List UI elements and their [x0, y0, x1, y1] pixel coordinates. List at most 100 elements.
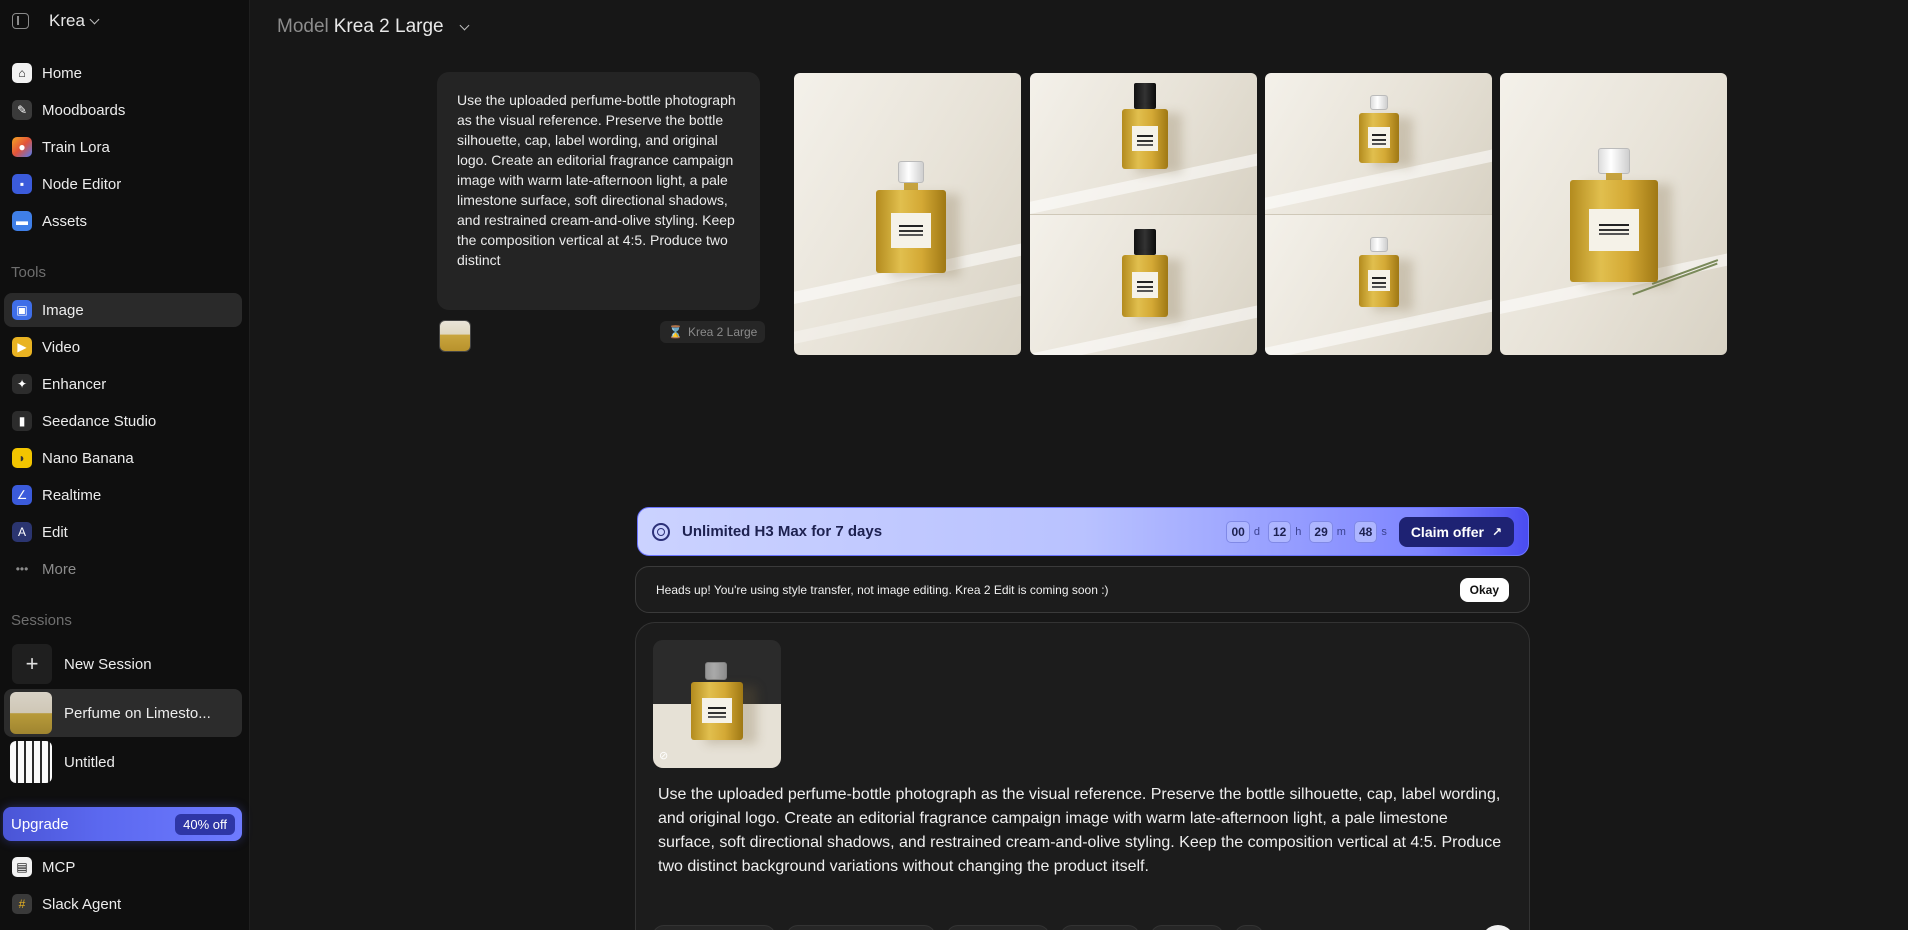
new-session-button[interactable]: + New Session	[4, 640, 242, 688]
prompt-composer[interactable]: ⊘ Use the uploaded perfume-bottle photog…	[635, 622, 1530, 930]
image-variant	[1030, 73, 1257, 214]
model-chip-label: Krea 2 Large	[687, 325, 758, 339]
sessions-section-label: Sessions	[11, 612, 72, 629]
arrow-up-right-icon: ↗	[1491, 524, 1502, 539]
sidebar-toggle-icon[interactable]	[12, 13, 29, 29]
nav-mcp[interactable]: ▤ MCP	[4, 850, 242, 884]
nav-assets-label: Assets	[42, 212, 88, 230]
bottle-cap	[1370, 237, 1388, 252]
bottle-cap	[705, 662, 727, 680]
model-chip: ⌛ Krea 2 Large	[660, 321, 766, 343]
bottle-cap	[1134, 229, 1156, 255]
tool-nano-banana[interactable]: ◗ Nano Banana	[4, 441, 242, 475]
nav-home-label: Home	[42, 64, 83, 82]
option-chip[interactable]	[1234, 925, 1264, 930]
session-item[interactable]: Perfume on Limesto...	[4, 689, 242, 737]
reference-image-thumbnail[interactable]	[439, 320, 471, 352]
option-chip[interactable]	[1060, 925, 1140, 930]
claim-offer-label: Claim offer	[1410, 523, 1484, 540]
discount-badge: 40% off	[175, 813, 235, 835]
option-chip[interactable]	[1150, 925, 1224, 930]
generated-image-grid[interactable]	[1030, 73, 1257, 355]
option-chip[interactable]	[946, 925, 1050, 930]
realtime-icon: ∠	[12, 485, 32, 505]
nav-home[interactable]: ⌂ Home	[4, 56, 242, 90]
offer-title: Unlimited H3 Max for 7 days	[682, 523, 883, 540]
perfume-bottle	[1122, 255, 1168, 317]
nav-train-lora-label: Train Lora	[42, 138, 110, 156]
session-item[interactable]: Untitled	[4, 738, 242, 786]
session-label: Untitled	[64, 753, 115, 771]
nav-node-editor-label: Node Editor	[42, 175, 122, 193]
model-value: Krea 2 Large	[333, 16, 444, 37]
okay-button[interactable]: Okay	[1459, 577, 1509, 602]
folder-icon: ▬	[12, 211, 32, 231]
banana-icon: ◗	[12, 448, 32, 468]
image-variant	[1265, 73, 1492, 214]
bottle-cap	[898, 161, 924, 183]
nav-node-editor[interactable]: ▪ Node Editor	[4, 167, 242, 201]
option-chip[interactable]	[652, 925, 776, 930]
nav-train-lora[interactable]: ● Train Lora	[4, 130, 242, 164]
tool-video[interactable]: ▶ Video	[4, 330, 242, 364]
model-prefix: Model	[277, 16, 329, 37]
countdown-hours: 12	[1267, 520, 1292, 543]
slack-icon: #	[12, 894, 32, 914]
tool-more[interactable]: ••• More	[4, 552, 242, 586]
bottle-cap	[1370, 95, 1388, 110]
generated-image[interactable]	[1500, 73, 1727, 355]
nav-assets[interactable]: ▬ Assets	[4, 204, 242, 238]
history-prompt-text: Use the uploaded perfume-bottle photogra…	[457, 92, 736, 268]
more-icon: •••	[15, 562, 29, 576]
tool-edit-label: Edit	[42, 523, 68, 541]
generated-image[interactable]	[794, 73, 1021, 355]
prompt-textarea[interactable]: Use the uploaded perfume-bottle photogra…	[658, 783, 1508, 879]
tool-image[interactable]: ▣ Image	[4, 293, 242, 327]
perfume-bottle	[1122, 109, 1168, 169]
upgrade-button[interactable]: Upgrade 40% off	[3, 807, 242, 841]
send-button[interactable]	[1481, 925, 1515, 930]
tool-enhancer[interactable]: ✦ Enhancer	[4, 367, 242, 401]
countdown-days: 00	[1226, 520, 1250, 543]
edit-icon: A	[12, 522, 32, 542]
image-variant	[1030, 214, 1257, 355]
plus-icon: +	[12, 644, 52, 684]
option-chip[interactable]	[786, 925, 936, 930]
generated-image-grid[interactable]	[1265, 73, 1492, 355]
claim-offer-button[interactable]: Claim offer ↗	[1398, 516, 1514, 547]
perfume-bottle	[691, 682, 743, 740]
chevron-down-icon	[89, 14, 100, 24]
countdown-unit: m	[1336, 525, 1346, 538]
countdown-unit: s	[1381, 525, 1387, 538]
tool-enhancer-label: Enhancer	[42, 375, 107, 393]
composer-options	[652, 925, 1264, 930]
new-session-label: New Session	[64, 655, 152, 673]
nav-moodboards[interactable]: ✎ Moodboards	[4, 93, 242, 127]
perfume-bottle	[1570, 180, 1658, 282]
nav-slack-agent[interactable]: # Slack Agent	[4, 887, 242, 921]
history-prompt-card[interactable]: Use the uploaded perfume-bottle photogra…	[437, 72, 760, 310]
countdown-unit: d	[1253, 525, 1260, 538]
countdown-unit: h	[1295, 525, 1302, 538]
sidebar: Krea ⌂ Home ✎ Moodboards ● Train Lora ▪ …	[0, 0, 250, 930]
bottle-cap	[1134, 83, 1156, 109]
nav-slack-agent-label: Slack Agent	[42, 895, 122, 913]
session-label: Perfume on Limesto...	[64, 704, 211, 722]
attached-reference-image[interactable]: ⊘	[653, 640, 781, 768]
tool-more-label: More	[42, 560, 77, 578]
mcp-icon: ▤	[12, 857, 32, 877]
promo-offer-bar: Unlimited H3 Max for 7 days 00 d 12 h 29…	[637, 507, 1529, 556]
tool-video-label: Video	[42, 338, 81, 356]
model-chip-icon: ⌛	[668, 325, 683, 339]
bottle-cap	[1598, 148, 1630, 174]
perfume-bottle	[1359, 255, 1399, 307]
sidebar-topbar: Krea	[0, 0, 249, 42]
model-selector[interactable]: Model Krea 2 Large	[277, 16, 470, 38]
workspace-switcher[interactable]: Krea	[49, 11, 100, 31]
notice-banner: Heads up! You're using style transfer, n…	[635, 566, 1530, 613]
moodboard-icon: ✎	[12, 100, 32, 120]
tool-realtime[interactable]: ∠ Realtime	[4, 478, 242, 512]
tool-seedance-studio[interactable]: ▮ Seedance Studio	[4, 404, 242, 438]
image-icon: ▣	[12, 300, 32, 320]
tool-edit[interactable]: A Edit	[4, 515, 242, 549]
